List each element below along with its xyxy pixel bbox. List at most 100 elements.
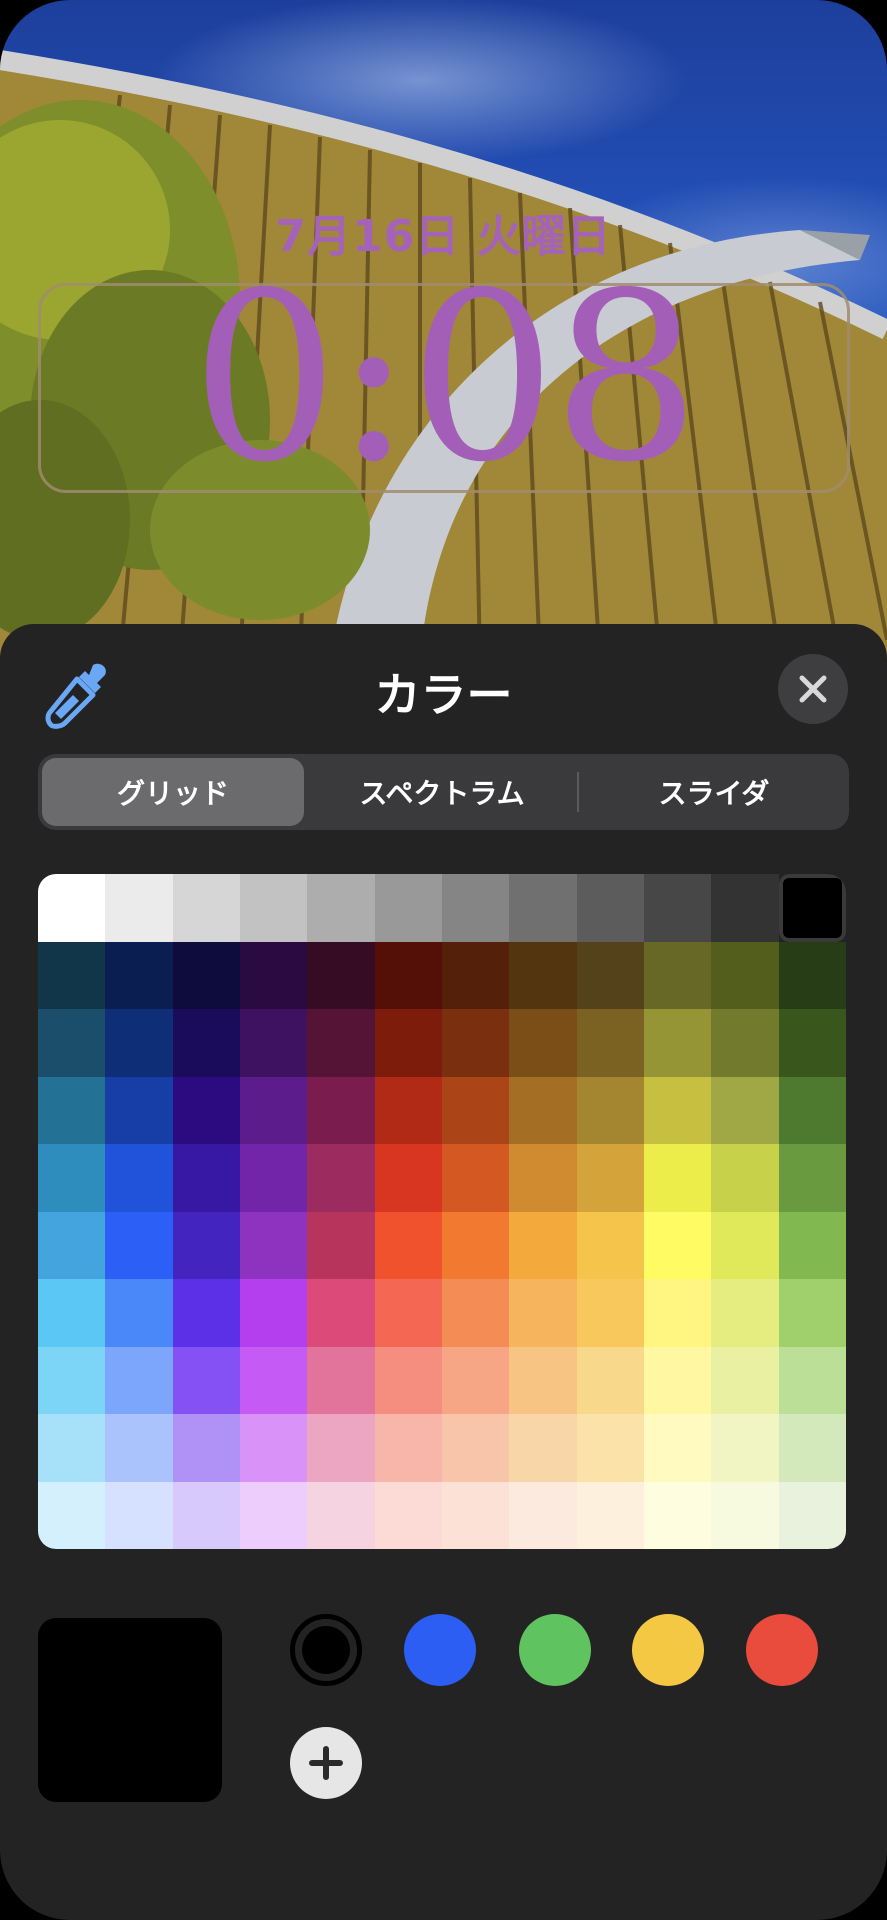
color-cell[interactable] <box>240 1076 308 1144</box>
color-cell[interactable] <box>576 1144 644 1212</box>
color-cell[interactable] <box>509 1144 577 1212</box>
color-cell[interactable] <box>307 1346 375 1414</box>
color-cell[interactable] <box>778 1414 846 1482</box>
color-cell[interactable] <box>38 1211 106 1279</box>
color-cell[interactable] <box>442 1076 510 1144</box>
color-cell[interactable] <box>778 1076 846 1144</box>
color-cell[interactable] <box>711 1346 779 1414</box>
color-cell[interactable] <box>240 1279 308 1347</box>
color-cell[interactable] <box>240 1211 308 1279</box>
color-cell[interactable] <box>576 1481 644 1549</box>
color-cell[interactable] <box>711 1414 779 1482</box>
color-cell[interactable] <box>307 1481 375 1549</box>
color-cell[interactable] <box>240 1346 308 1414</box>
color-cell[interactable] <box>172 1076 240 1144</box>
color-cell[interactable] <box>509 1346 577 1414</box>
color-cell[interactable] <box>711 941 779 1009</box>
color-cell[interactable] <box>38 1144 106 1212</box>
close-button[interactable] <box>778 654 848 724</box>
color-cell[interactable] <box>644 1414 712 1482</box>
color-cell[interactable] <box>38 1279 106 1347</box>
color-cell[interactable] <box>442 1346 510 1414</box>
color-cell[interactable] <box>307 1009 375 1077</box>
color-cell[interactable] <box>644 1211 712 1279</box>
color-cell[interactable] <box>172 1414 240 1482</box>
color-cell[interactable] <box>711 874 779 942</box>
tab-grid[interactable]: グリッド <box>42 758 304 826</box>
color-cell[interactable] <box>240 874 308 942</box>
color-cell[interactable] <box>711 1009 779 1077</box>
color-cell[interactable] <box>38 1346 106 1414</box>
color-cell[interactable] <box>374 1346 442 1414</box>
color-cell[interactable] <box>509 1481 577 1549</box>
color-cell[interactable] <box>442 1144 510 1212</box>
color-cell[interactable] <box>576 1009 644 1077</box>
color-cell[interactable] <box>307 941 375 1009</box>
color-cell[interactable] <box>172 1144 240 1212</box>
color-cell[interactable] <box>711 1481 779 1549</box>
color-cell[interactable] <box>509 1414 577 1482</box>
color-cell[interactable] <box>711 1211 779 1279</box>
color-cell[interactable] <box>778 1211 846 1279</box>
color-cell[interactable] <box>172 1279 240 1347</box>
color-cell[interactable] <box>509 1211 577 1279</box>
color-cell[interactable] <box>105 1279 173 1347</box>
color-cell[interactable] <box>240 941 308 1009</box>
color-cell[interactable] <box>307 1144 375 1212</box>
color-cell[interactable] <box>38 1481 106 1549</box>
color-cell[interactable] <box>644 1279 712 1347</box>
color-cell[interactable] <box>509 1076 577 1144</box>
color-cell[interactable] <box>711 1076 779 1144</box>
color-cell[interactable] <box>105 1346 173 1414</box>
swatch-red[interactable] <box>746 1614 818 1686</box>
color-cell[interactable] <box>778 1346 846 1414</box>
color-cell[interactable] <box>576 1279 644 1347</box>
color-cell[interactable] <box>172 1481 240 1549</box>
color-cell[interactable] <box>711 1279 779 1347</box>
color-cell[interactable] <box>442 1279 510 1347</box>
color-cell[interactable] <box>172 1009 240 1077</box>
color-cell[interactable] <box>374 1076 442 1144</box>
color-cell[interactable] <box>711 1144 779 1212</box>
color-cell[interactable] <box>240 1009 308 1077</box>
color-cell[interactable] <box>374 1414 442 1482</box>
color-cell[interactable] <box>374 1481 442 1549</box>
color-cell[interactable] <box>442 941 510 1009</box>
color-cell[interactable] <box>105 1414 173 1482</box>
color-cell[interactable] <box>644 1009 712 1077</box>
color-cell[interactable] <box>105 1144 173 1212</box>
color-cell[interactable] <box>509 1009 577 1077</box>
color-cell[interactable] <box>778 1144 846 1212</box>
color-cell[interactable] <box>38 1009 106 1077</box>
color-cell[interactable] <box>240 1414 308 1482</box>
color-cell[interactable] <box>442 1211 510 1279</box>
color-cell[interactable] <box>172 874 240 942</box>
color-cell[interactable] <box>576 1211 644 1279</box>
color-cell[interactable] <box>172 1211 240 1279</box>
color-cell[interactable] <box>576 1076 644 1144</box>
color-cell[interactable] <box>778 1009 846 1077</box>
color-cell[interactable] <box>644 1346 712 1414</box>
color-cell[interactable] <box>778 941 846 1009</box>
color-cell[interactable] <box>38 941 106 1009</box>
color-cell[interactable] <box>374 874 442 942</box>
color-cell[interactable] <box>778 1481 846 1549</box>
color-cell[interactable] <box>644 874 712 942</box>
swatch-blue[interactable] <box>404 1614 476 1686</box>
color-cell[interactable] <box>307 1211 375 1279</box>
color-cell-selected[interactable] <box>778 874 846 942</box>
color-cell[interactable] <box>442 874 510 942</box>
add-swatch-button[interactable] <box>290 1727 362 1799</box>
swatch-black-selected[interactable] <box>290 1614 362 1686</box>
color-cell[interactable] <box>105 1481 173 1549</box>
tab-spectrum[interactable]: スペクトラム <box>311 758 573 826</box>
color-cell[interactable] <box>442 1009 510 1077</box>
color-cell[interactable] <box>442 1481 510 1549</box>
color-cell[interactable] <box>307 1279 375 1347</box>
color-cell[interactable] <box>576 1414 644 1482</box>
color-cell[interactable] <box>105 1009 173 1077</box>
color-cell[interactable] <box>172 1346 240 1414</box>
color-cell[interactable] <box>576 1346 644 1414</box>
swatch-green[interactable] <box>519 1614 591 1686</box>
color-cell[interactable] <box>105 1211 173 1279</box>
